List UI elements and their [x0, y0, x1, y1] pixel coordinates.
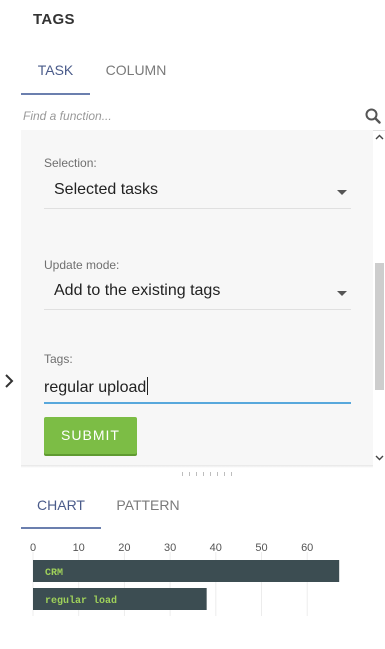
scroll-down-icon[interactable]	[375, 453, 384, 462]
update-mode-label: Update mode:	[44, 258, 120, 272]
selection-value: Selected tasks	[54, 181, 159, 198]
x-tick-label: 20	[118, 542, 130, 554]
panel-title: TAGS	[33, 11, 75, 28]
tab-pattern[interactable]: PATTERN	[109, 493, 187, 527]
update-mode-value: Add to the existing tags	[54, 282, 221, 299]
chevron-right-icon[interactable]	[4, 372, 14, 390]
chevron-down-icon	[337, 291, 347, 296]
resize-handle[interactable]	[182, 472, 234, 479]
tab-bar: TASK COLUMN	[21, 60, 361, 95]
x-tick-label: 50	[255, 542, 267, 554]
tags-label: Tags:	[44, 352, 73, 366]
selection-label: Selection:	[44, 156, 97, 170]
submit-button[interactable]: SUBMIT	[44, 417, 137, 454]
x-tick-label: 0	[30, 542, 36, 554]
tab-chart[interactable]: CHART	[21, 493, 101, 529]
bottom-tab-bar: CHART PATTERN	[21, 493, 321, 530]
bar-label: regular load	[45, 595, 117, 607]
x-tick-label: 10	[73, 542, 85, 554]
tag-bar-chart: 0 10 20 30 40 50 60 CRM regular load	[30, 542, 340, 616]
x-tick-label: 60	[301, 542, 313, 554]
scrollbar-thumb[interactable]	[375, 263, 384, 390]
x-tick-label: 30	[164, 542, 176, 554]
tags-input-value: regular upload	[44, 379, 147, 396]
selection-dropdown[interactable]: Selected tasks	[44, 178, 351, 209]
search-icon[interactable]	[365, 108, 381, 124]
panel-scrollbar[interactable]	[373, 130, 385, 465]
tags-input[interactable]: regular upload	[44, 372, 351, 404]
search-bar	[21, 104, 385, 131]
tab-task[interactable]: TASK	[21, 60, 90, 95]
bar-label: CRM	[45, 568, 63, 579]
search-input[interactable]	[23, 106, 343, 126]
panel-divider	[21, 465, 373, 468]
update-mode-dropdown[interactable]: Add to the existing tags	[44, 279, 351, 310]
scroll-up-icon[interactable]	[375, 133, 384, 142]
function-form-panel: Selection: Selected tasks Update mode: A…	[21, 130, 373, 465]
x-tick-label: 40	[210, 542, 222, 554]
tab-column[interactable]: COLUMN	[97, 60, 175, 93]
chart-bar[interactable]	[33, 560, 340, 582]
chevron-down-icon	[337, 190, 347, 195]
